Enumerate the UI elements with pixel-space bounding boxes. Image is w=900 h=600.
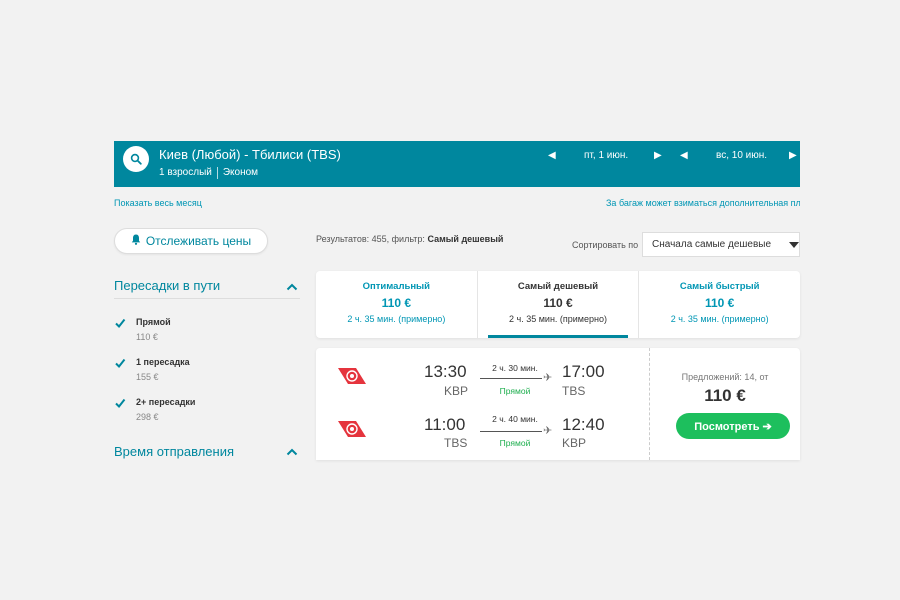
show-month-link[interactable]: Показать весь месяц (114, 198, 202, 208)
depart-date[interactable]: пт, 1 июн. (584, 150, 628, 161)
departure-airport: TBS (444, 436, 468, 450)
arrival-airport: TBS (562, 384, 586, 398)
departure-time-section-title[interactable]: Время отправления (114, 444, 234, 459)
tab-price: 110 € (381, 296, 412, 310)
view-offer-button[interactable]: Посмотреть ➔ (676, 413, 790, 439)
checkmark-icon[interactable] (114, 317, 126, 329)
outbound-leg[interactable]: 13:30 KBP 2 ч. 30 мин. ✈ Прямой 17:00 TB… (316, 348, 649, 398)
return-leg[interactable]: 11:00 TBS 2 ч. 40 мин. ✈ Прямой 12:40 KB… (316, 398, 649, 450)
sort-label: Сортировать по (572, 240, 639, 250)
tab-label: Оптимальный (362, 281, 431, 292)
tab-label: Самый дешевый (517, 281, 599, 292)
arrival-time: 17:00 (562, 362, 605, 381)
filter-price: 110 € (136, 332, 158, 342)
filter-label: Прямой (136, 317, 171, 327)
flight-type: Прямой (499, 386, 531, 396)
chevron-left-icon[interactable]: ◀ (548, 150, 556, 161)
flight-duration: 2 ч. 30 мин. (492, 363, 538, 373)
track-prices-label: Отслеживать цены (145, 234, 252, 248)
tab-fastest[interactable]: Самый быстрый 110 € 2 ч. 35 мин. (пример… (638, 271, 800, 338)
checkmark-icon[interactable] (114, 397, 126, 409)
chevron-up-icon[interactable] (286, 283, 298, 291)
filter-label: 1 пересадка (136, 357, 190, 367)
search-icon[interactable] (123, 146, 149, 172)
passenger-count: 1 взрослый (159, 167, 212, 178)
chevron-left-icon[interactable]: ◀ (680, 150, 688, 161)
tab-cheapest[interactable]: Самый дешевый 110 € 2 ч. 35 мин. (пример… (476, 271, 639, 338)
flight-duration: 2 ч. 40 мин. (492, 414, 538, 424)
sort-value: Сначала самые дешевые (652, 239, 772, 250)
tab-duration: 2 ч. 35 мин. (примерно) (670, 314, 769, 324)
plane-icon: ✈ (543, 425, 553, 437)
filter-price: 155 € (136, 372, 159, 382)
return-date[interactable]: вс, 10 июн. (716, 150, 767, 161)
chevron-right-icon[interactable]: ▶ (789, 150, 797, 161)
caret-down-icon (789, 242, 799, 248)
bell-icon (131, 234, 141, 248)
divider (114, 298, 300, 299)
active-filter: Самый дешевый (427, 234, 504, 244)
page: Киев (Любой) - Тбилиси (TBS) 1 взрослый … (0, 0, 900, 600)
route-title[interactable]: Киев (Любой) - Тбилиси (TBS) (159, 147, 341, 162)
results-count: Результатов: 455, фильтр: (316, 234, 425, 244)
chevron-right-icon[interactable]: ▶ (654, 150, 662, 161)
flight-line (480, 378, 542, 379)
tab-duration: 2 ч. 35 мин. (примерно) (509, 314, 607, 324)
separator (216, 167, 218, 179)
passenger-class-info[interactable]: 1 взрослый Эконом (159, 167, 258, 179)
tab-price: 110 € (704, 296, 735, 310)
sort-select[interactable]: Сначала самые дешевые (642, 232, 800, 257)
plane-icon: ✈ (543, 372, 553, 384)
cabin-class: Эконом (222, 167, 259, 178)
checkmark-icon[interactable] (114, 357, 126, 369)
tab-duration: 2 ч. 35 мин. (примерно) (347, 314, 446, 324)
track-prices-button[interactable]: Отслеживать цены (114, 228, 268, 254)
flight-type: Прямой (499, 438, 531, 448)
arrival-airport: KBP (562, 436, 587, 450)
departure-time: 13:30 (424, 362, 467, 381)
departure-airport: KBP (444, 384, 469, 398)
filter-label: 2+ пересадки (136, 397, 196, 407)
departure-time: 11:00 (424, 415, 466, 434)
stops-section-title[interactable]: Пересадки в пути (114, 278, 220, 293)
ticket-card[interactable]: 13:30 KBP 2 ч. 30 мин. ✈ Прямой 17:00 TB… (316, 348, 800, 460)
offers-count: Предложений: 14, от (681, 372, 769, 382)
airline-logo-icon (338, 368, 366, 384)
tab-price: 110 € (543, 296, 573, 310)
flight-line (480, 431, 542, 432)
search-summary-bar[interactable]: Киев (Любой) - Тбилиси (TBS) 1 взрослый … (114, 141, 800, 187)
chevron-up-icon[interactable] (286, 448, 298, 456)
tab-optimal[interactable]: Оптимальный 110 € 2 ч. 35 мин. (примерно… (316, 271, 477, 338)
sort-tabs: Оптимальный 110 € 2 ч. 35 мин. (примерно… (316, 271, 800, 338)
results-summary: Результатов: 455, фильтр: Самый дешевый (316, 234, 503, 244)
airline-logo-icon (338, 421, 366, 437)
ticket-price: 110 € (704, 386, 746, 405)
baggage-fee-note[interactable]: За багаж может взиматься дополнительная … (606, 198, 800, 208)
arrival-time: 12:40 (562, 415, 605, 434)
filter-price: 298 € (136, 412, 159, 422)
tab-label: Самый быстрый (679, 281, 760, 292)
